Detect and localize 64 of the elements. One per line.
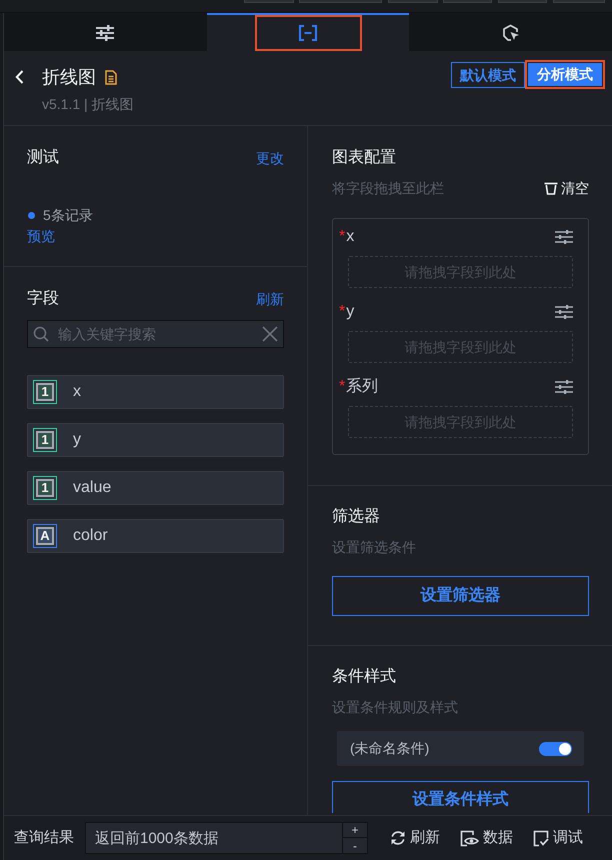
refresh-link[interactable]: 刷新 bbox=[256, 288, 284, 310]
section-title: 图表配置 bbox=[332, 148, 397, 168]
data-button[interactable]: 数据 bbox=[460, 826, 513, 850]
number-type-icon: 1 bbox=[33, 428, 57, 452]
cursor-icon bbox=[502, 24, 520, 42]
change-link[interactable]: 更改 bbox=[256, 147, 284, 169]
search-icon bbox=[33, 326, 49, 342]
set-filter-button[interactable]: 设置筛选器 bbox=[332, 576, 589, 616]
text-type-icon: A bbox=[33, 524, 57, 548]
tab[interactable] bbox=[206, 13, 410, 51]
section-hint: 设置条件规则及样式 bbox=[332, 698, 459, 717]
section-hint: 将字段拖拽至此栏 bbox=[332, 179, 444, 198]
document-icon bbox=[105, 70, 117, 84]
section-title: 筛选器 bbox=[332, 506, 381, 527]
refresh-icon bbox=[390, 830, 406, 846]
condition-name: (未命名条件) bbox=[350, 739, 430, 758]
settings-icon[interactable] bbox=[555, 305, 573, 319]
decrement-button[interactable]: - bbox=[343, 838, 368, 854]
required-mark: * bbox=[339, 377, 346, 397]
version-subtitle: v5.1.1 | 折线图 bbox=[42, 95, 134, 114]
search-field[interactable]: 输入关键字搜索 bbox=[27, 320, 284, 348]
condition-row[interactable]: (未命名条件) bbox=[337, 731, 584, 766]
document-check-icon bbox=[533, 830, 549, 846]
mode-button[interactable]: 分析模式 bbox=[528, 63, 602, 86]
field-name: x bbox=[73, 382, 81, 402]
set-style-button[interactable]: 设置条件样式 bbox=[332, 781, 589, 813]
preview-link[interactable]: 预览 bbox=[27, 225, 55, 247]
required-mark: * bbox=[339, 302, 346, 322]
field-item[interactable]: A color bbox=[27, 519, 284, 553]
slot-label: x bbox=[346, 227, 354, 247]
section-hint: 设置筛选条件 bbox=[332, 538, 417, 557]
number-type-icon: 1 bbox=[33, 476, 57, 500]
mode-button[interactable]: 默认模式 bbox=[451, 62, 525, 88]
slot-label: 系列 bbox=[346, 377, 378, 397]
settings-icon[interactable] bbox=[555, 380, 573, 394]
refresh-button[interactable]: 刷新 bbox=[390, 826, 440, 850]
clear-button[interactable]: 清空 bbox=[544, 178, 589, 198]
field-name: color bbox=[73, 526, 108, 546]
field-item[interactable]: 1 y bbox=[27, 423, 284, 457]
section-title: 字段 bbox=[27, 288, 59, 309]
debug-button[interactable]: 调试 bbox=[533, 826, 583, 850]
query-result-label: 查询结果 bbox=[14, 828, 74, 848]
field-item[interactable]: 1 value bbox=[27, 471, 284, 505]
field-name: y bbox=[73, 430, 81, 450]
settings-icon[interactable] bbox=[555, 230, 573, 244]
sliders-icon bbox=[96, 25, 114, 41]
section-title: 测试 bbox=[27, 148, 59, 168]
section-title: 条件样式 bbox=[332, 666, 397, 687]
limit-field[interactable]: 返回前1000条数据 bbox=[85, 822, 343, 854]
eye-document-icon bbox=[460, 830, 479, 846]
brackets-icon bbox=[299, 25, 317, 41]
page-title: 折线图 bbox=[42, 66, 96, 88]
trash-icon bbox=[544, 182, 558, 194]
increment-button[interactable]: + bbox=[343, 822, 368, 838]
slot-label: y bbox=[346, 302, 354, 322]
record-count: 5条记录 bbox=[43, 206, 93, 225]
back-icon[interactable] bbox=[15, 70, 24, 84]
field-name: value bbox=[73, 478, 112, 498]
status-dot-icon bbox=[28, 212, 35, 218]
close-icon[interactable] bbox=[262, 326, 278, 342]
number-type-icon: 1 bbox=[33, 380, 57, 404]
toggle-switch[interactable] bbox=[539, 742, 572, 756]
required-mark: * bbox=[339, 227, 346, 247]
field-item[interactable]: 1 x bbox=[27, 375, 284, 409]
